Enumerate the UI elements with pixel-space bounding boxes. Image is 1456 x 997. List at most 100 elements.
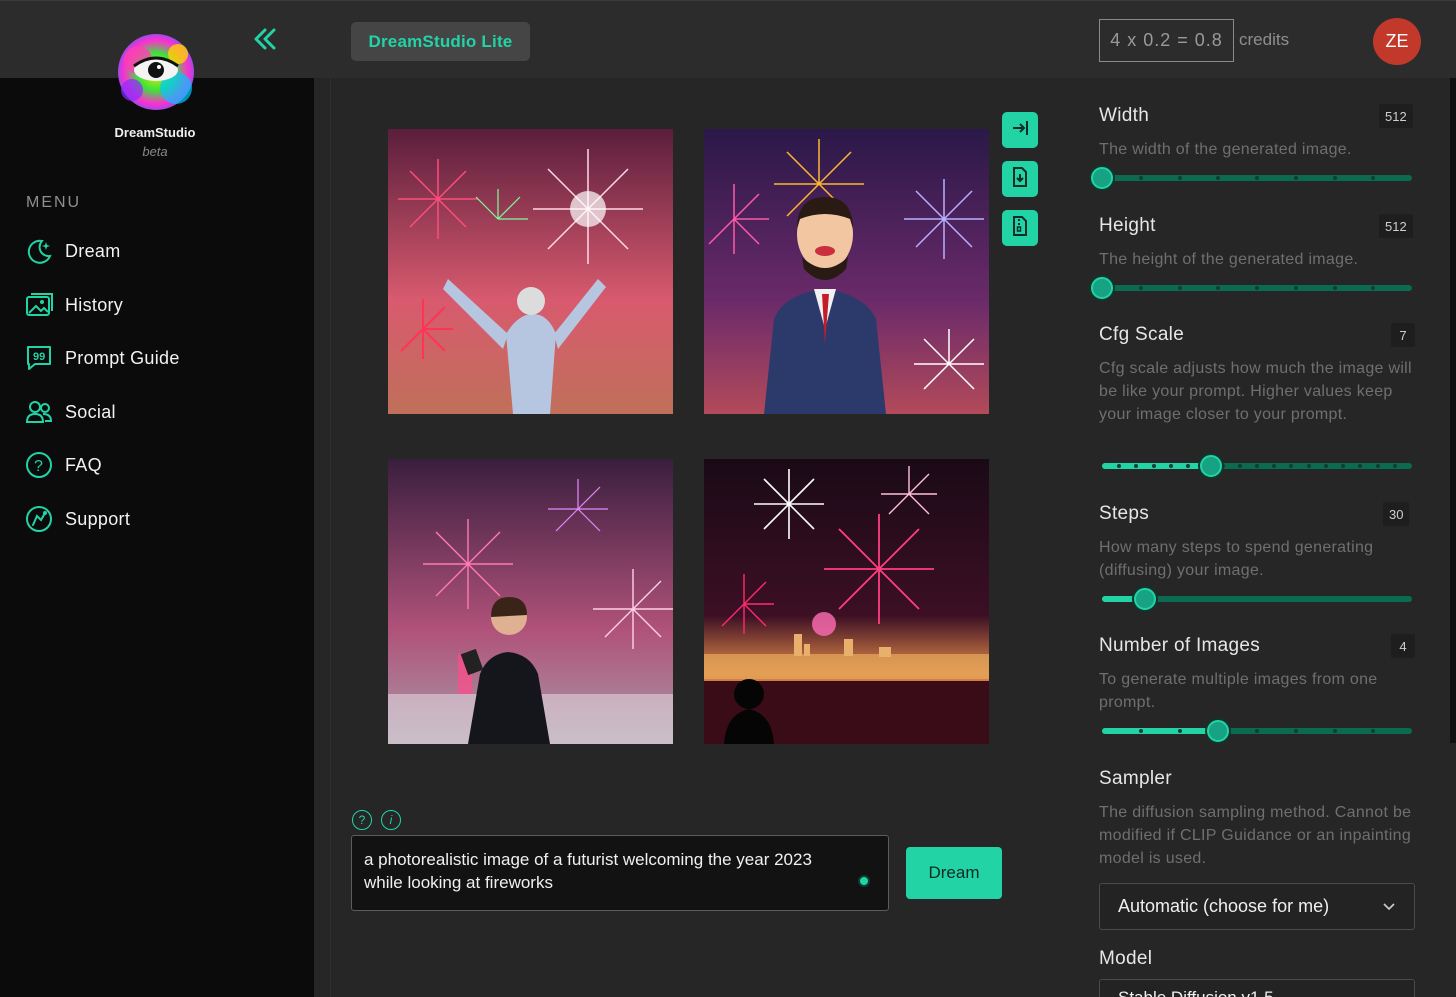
svg-text:99: 99 [33,351,45,363]
sampler-description: The diffusion sampling method. Cannot be… [1099,804,1412,867]
model-select[interactable]: Stable Diffusion v1.5 [1099,979,1415,997]
sidebar-item-label: Social [65,401,116,422]
dreamstudio-logo[interactable] [108,30,204,114]
width-description: The width of the generated image. [1099,141,1352,158]
slider-thumb[interactable] [1091,167,1113,189]
slider-tick [1255,176,1259,180]
sidebar-item-faq[interactable]: ? FAQ [24,448,102,482]
slider-tick [1323,464,1328,468]
slider-tick [1177,176,1182,180]
sidebar-item-label: Prompt Guide [65,347,180,368]
generated-image-2[interactable] [704,129,989,414]
svg-text:?: ? [34,458,43,475]
slider-tick [1293,729,1298,733]
slider-tick [1332,729,1337,733]
support-icon [24,504,54,534]
sidebar-item-support[interactable]: Support [24,502,130,536]
slider-tick [1293,286,1298,290]
model-title: Model [1099,948,1153,969]
sidebar-item-social[interactable]: Social [24,395,116,429]
slider-tick [1237,464,1242,468]
slider-tick [1332,176,1337,180]
prompt-status-dot [858,875,870,887]
export-button[interactable] [1002,112,1038,148]
slider-tick [1293,176,1298,180]
sampler-selected-value: Automatic (choose for me) [1118,896,1330,916]
collapse-sidebar-icon[interactable] [248,22,282,56]
sidebar [0,78,314,997]
download-icon [1009,166,1031,193]
app-window: DreamStudio Lite 4 x 0.2 = 0.8 credits Z… [0,0,1456,997]
app-name-badge[interactable]: DreamStudio Lite [351,22,530,61]
sidebar-item-dream[interactable]: Dream [24,234,121,268]
steps-description: How many steps to spend generating (diff… [1099,539,1374,579]
zip-download-button[interactable] [1002,210,1038,246]
image-gallery-icon [24,290,54,320]
cfg-value: 7 [1391,323,1415,347]
users-icon [24,397,54,427]
generated-image-4[interactable] [704,459,989,744]
cfg-title: Cfg Scale [1099,324,1185,345]
slider-tick [1168,464,1173,468]
generated-image-1[interactable] [388,129,673,414]
credits-cost: 4 x 0.2 = 0.8 [1099,19,1234,62]
generated-image-3[interactable] [388,459,673,744]
slider-thumb[interactable] [1199,455,1222,477]
brand-tag: beta [142,144,168,159]
width-slider[interactable] [1091,167,1412,189]
slider-tick [1375,464,1380,468]
cfg-slider[interactable] [1102,455,1412,477]
moon-stars-icon [24,236,54,266]
user-avatar[interactable]: ZE [1373,18,1421,65]
export-icon [1009,117,1031,144]
brand-name: DreamStudio [114,125,196,140]
download-button[interactable] [1002,161,1038,197]
sidebar-item-history[interactable]: History [24,288,123,322]
steps-slider[interactable] [1102,588,1412,610]
slider-thumb[interactable] [1091,277,1113,299]
model-selected-value: Stable Diffusion v1.5 [1118,988,1274,997]
height-slider[interactable] [1091,277,1412,299]
slider-thumb[interactable] [1134,588,1157,610]
sampler-title: Sampler [1099,768,1172,789]
slider-tick [1138,176,1143,180]
slider-tick [1255,286,1259,290]
question-circle-icon: ? [24,450,54,480]
steps-title: Steps [1099,503,1150,524]
slider-thumb[interactable] [1207,720,1230,742]
sidebar-item-label: FAQ [65,454,102,475]
panel-scrollbar[interactable] [1450,78,1456,743]
height-description: The height of the generated image. [1099,251,1359,268]
slider-tick [1332,286,1337,290]
images-title: Number of Images [1099,635,1261,656]
slider-tick [1151,464,1156,468]
slider-tick [1177,729,1182,733]
prompt-help-icons: ? i [352,810,401,830]
slider-tick [1177,286,1182,290]
chevron-down-icon [1382,896,1396,917]
info-icon[interactable]: i [381,810,401,830]
sidebar-item-label: Dream [65,240,121,261]
slider-tick [1255,729,1259,733]
divider [330,78,331,997]
dream-button[interactable]: Dream [906,847,1002,899]
height-title: Height [1099,215,1156,236]
steps-value: 30 [1383,502,1410,526]
sidebar-item-label: History [65,294,124,315]
slider-tick [1392,464,1397,468]
images-description: To generate multiple images from one pro… [1099,671,1378,711]
height-value: 512 [1379,214,1413,238]
sampler-select[interactable]: Automatic (choose for me) [1099,883,1415,930]
sidebar-item-label: Support [65,508,131,529]
slider-tick [1255,464,1259,468]
width-title: Width [1099,105,1150,126]
cfg-description: Cfg scale adjusts how much the image wil… [1099,360,1412,423]
zip-icon [1009,215,1031,242]
images-value: 4 [1391,634,1415,658]
menu-heading: MENU [26,194,82,211]
slider-tick [1306,464,1311,468]
prompt-input[interactable]: a photorealistic image of a futurist wel… [351,835,889,911]
images-slider[interactable] [1102,720,1412,742]
sidebar-item-prompt-guide[interactable]: 99 Prompt Guide [24,341,180,375]
question-circle-icon[interactable]: ? [352,810,372,830]
